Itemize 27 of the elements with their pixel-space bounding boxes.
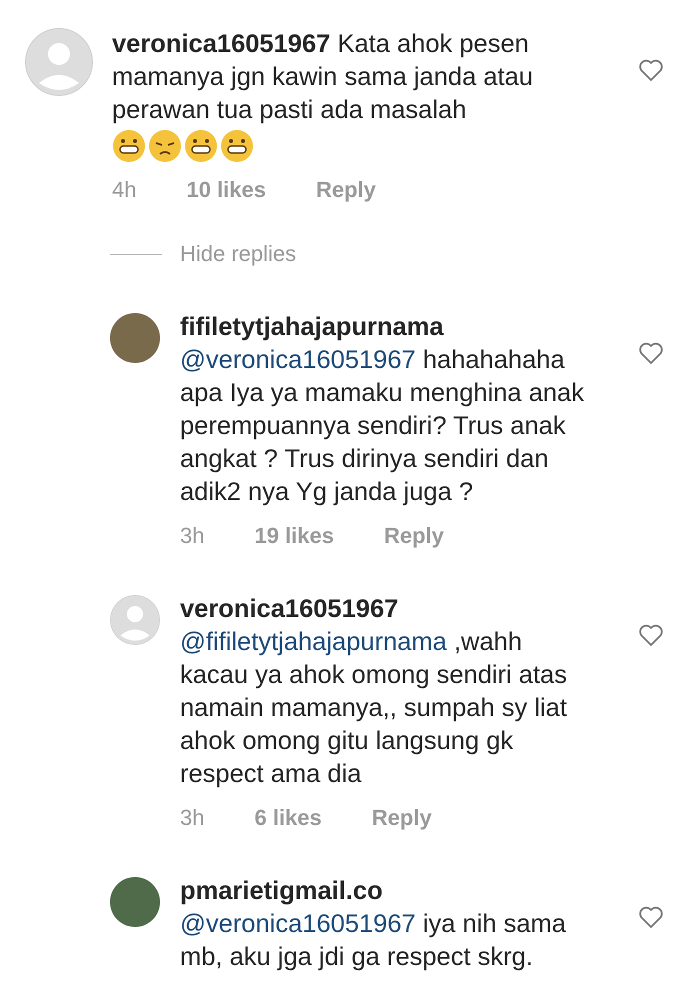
avatar-photo-placeholder[interactable] (110, 313, 160, 363)
reply-button[interactable]: Reply (316, 177, 376, 203)
hide-replies-button[interactable]: Hide replies (180, 241, 296, 267)
comment-text: pmarietigmail.co @veronica16051967 iya nih sama mb, aku jga jdi ga respect skrg. (180, 876, 567, 973)
comment-text: veronica16051967 Kata ahok pesen mamanya jgn kawin sama janda atau perawan tua pasti ada masalah (112, 29, 534, 126)
reply-button[interactable]: Reply (384, 523, 444, 549)
heart-icon[interactable] (638, 905, 664, 929)
timestamp: 3h (180, 805, 204, 831)
heart-icon[interactable] (638, 58, 664, 82)
timestamp: 4h (112, 177, 136, 203)
likes-button[interactable]: 19 likes (254, 523, 334, 549)
comment-text: fifiletytjahajapurnama @veronica16051967 hahahahaha apa Iya ya mamaku menghina anak perempuannya sendiri? Trus anak angkat ? Trus dirinya sendiri dan adik2 nya Yg janda juga ? (180, 312, 585, 508)
reply-button[interactable]: Reply (372, 805, 432, 831)
avatar-photo-placeholder[interactable] (110, 877, 160, 927)
comment-text: veronica16051967 @fifiletytjahajapurnama ,wahh kacau ya ahok omong sendiri atas namain mamanya,, sumpah sy liat ahok omong gitu langsung gk respect ama dia (180, 594, 568, 790)
emoji-icon (220, 129, 254, 163)
mention-link[interactable]: @veronica16051967 (180, 346, 416, 374)
likes-button[interactable]: 6 likes (254, 805, 322, 831)
mention-link[interactable]: @veronica16051967 (180, 910, 416, 938)
likes-button[interactable]: 10 likes (186, 177, 266, 203)
timestamp: 3h (180, 523, 204, 549)
heart-icon[interactable] (638, 341, 664, 365)
emoji-icon (148, 129, 182, 163)
emoji-icon (184, 129, 218, 163)
emoji-icon (112, 129, 146, 163)
heart-icon[interactable] (638, 623, 664, 647)
mention-link[interactable]: @fifiletytjahajapurnama (180, 628, 447, 656)
